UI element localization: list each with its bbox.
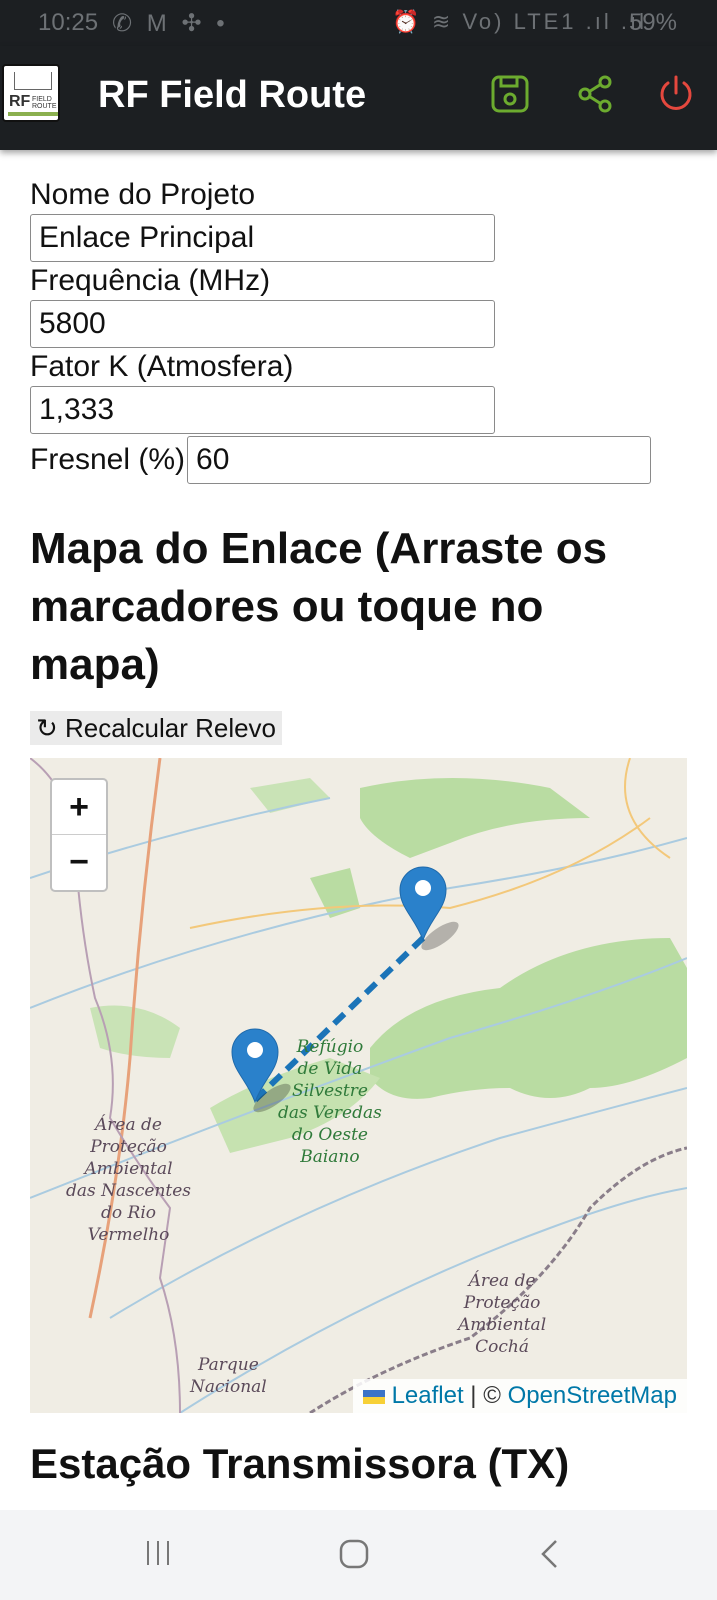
map-section-title: Mapa do Enlace (Arraste os marcadores ou… xyxy=(30,524,608,689)
logo-bar xyxy=(8,112,58,116)
link-map[interactable]: Refúgio de Vida Silvestre das Veredas do… xyxy=(30,758,687,1413)
project-form: Nome do Projeto Enlace Principal Frequên… xyxy=(30,176,690,484)
power-icon[interactable] xyxy=(656,74,696,114)
app-bar: RF FIELD ROUTE RF Field Route xyxy=(0,46,717,150)
zoom-in-button[interactable]: + xyxy=(52,780,106,835)
zoom-out-button[interactable]: − xyxy=(52,835,106,890)
parque-label: Parque Nacional xyxy=(190,1355,267,1397)
attribution-separator: | © xyxy=(463,1382,508,1409)
fresnel-label: Fresnel (%) xyxy=(30,443,186,476)
frequency-field[interactable]: 5800 xyxy=(30,300,495,348)
system-nav-bar xyxy=(0,1510,717,1600)
app-title: RF Field Route xyxy=(98,74,367,116)
zoom-control: + − xyxy=(50,778,108,892)
home-icon[interactable] xyxy=(338,1538,370,1570)
tx-section-title: Estação Transmissora (TX) xyxy=(30,1440,570,1487)
logo-text: RF xyxy=(9,93,31,110)
signal-icons: ⏰ ≋ Vo) LTE1 .ıl .ıl xyxy=(392,9,647,34)
share-icon[interactable] xyxy=(575,74,615,114)
notification-icons: ✆ M ✣ • xyxy=(112,10,229,37)
logo-small-text: FIELD ROUTE xyxy=(32,96,57,110)
save-icon[interactable] xyxy=(490,74,530,114)
recalc-relief-label: Recalcular Relevo xyxy=(65,713,277,743)
tower-icon xyxy=(14,72,52,90)
leaflet-link[interactable]: Leaflet xyxy=(392,1382,464,1409)
status-time: 10:25 xyxy=(38,9,99,36)
battery-level: 59% xyxy=(628,9,677,36)
apa-nascentes-label: Área de Proteção Ambiental das Nascentes… xyxy=(66,1115,192,1245)
project-name-label: Nome do Projeto xyxy=(30,178,256,211)
project-name-field[interactable]: Enlace Principal xyxy=(30,214,495,262)
k-factor-label: Fator K (Atmosfera) xyxy=(30,350,294,383)
back-icon[interactable] xyxy=(538,1538,562,1570)
app-logo: RF FIELD ROUTE xyxy=(2,64,60,122)
recalc-relief-button[interactable]: ↻ Recalcular Relevo xyxy=(30,711,283,745)
frequency-label: Frequência (MHz) xyxy=(30,264,271,297)
k-factor-field[interactable]: 1,333 xyxy=(30,386,495,434)
apa-cocha-label: Área de Proteção Ambiental Cochá xyxy=(458,1271,547,1357)
refresh-icon: ↻ xyxy=(36,713,58,743)
status-bar: 10:25 ✆ M ✣ • ⏰ ≋ Vo) LTE1 .ıl .ıl 59% xyxy=(0,0,717,46)
recents-icon[interactable] xyxy=(143,1538,173,1568)
openstreetmap-link[interactable]: OpenStreetMap xyxy=(508,1382,677,1409)
fresnel-field[interactable]: 60 xyxy=(187,436,652,484)
ukraine-flag-icon xyxy=(362,1389,385,1404)
refugio-label: Refúgio de Vida Silvestre das Veredas do… xyxy=(278,1037,382,1167)
map-attribution: Leaflet | © OpenStreetMap xyxy=(352,1379,687,1413)
